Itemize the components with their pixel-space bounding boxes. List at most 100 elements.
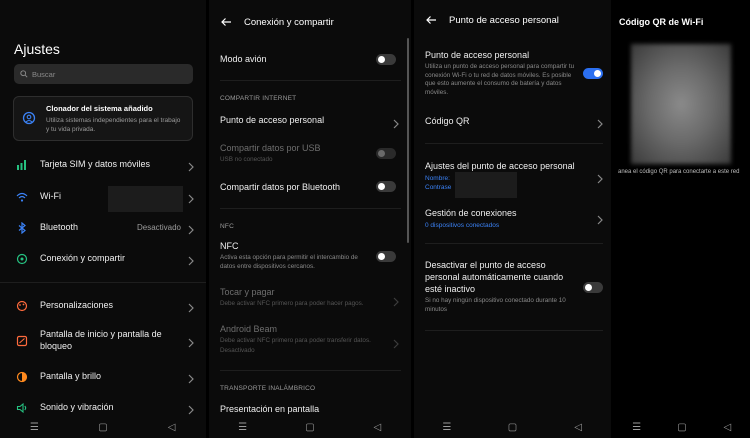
chevron-right-icon (597, 171, 603, 184)
chevron-right-icon (188, 371, 194, 384)
menu-nav-button[interactable]: ☰ (627, 422, 647, 433)
chevron-right-icon (188, 222, 194, 235)
item-label: Wi-Fi (40, 191, 61, 201)
android-beam-row[interactable]: Android Beam Debe activar NFC primero pa… (220, 324, 381, 355)
nfc-toggle[interactable] (376, 251, 396, 262)
sound-icon (16, 401, 28, 414)
sidebar-item-personalization[interactable]: Personalizaciones (0, 299, 206, 313)
item-label: Pantalla y brillo (40, 371, 102, 381)
beam-label: Android Beam (220, 324, 278, 334)
auto-off-row[interactable]: Desactivar el punto de acceso personal a… (425, 259, 577, 314)
qr-screen: Código QR de Wi-Fi anea el código QR par… (614, 0, 750, 438)
back-arrow-icon[interactable] (425, 14, 439, 26)
hotspot-description: Utiliza un punto de acceso personal para… (425, 63, 575, 96)
wifi-icon (16, 190, 28, 202)
sidebar-item-home-lock[interactable]: Pantalla de inicio y pantalla de bloqueo (0, 328, 206, 352)
qr-code-image (631, 44, 731, 164)
home-nav-button[interactable]: ▢ (93, 422, 113, 433)
page-title: Conexión y compartir (244, 16, 334, 28)
nfc-description: Activa esta opción para permitir el inte… (220, 254, 358, 270)
hotspot-label: Punto de acceso personal (220, 115, 325, 125)
bluetooth-share-row[interactable]: Compartir datos por Bluetooth (220, 182, 401, 192)
hotspot-screen: Punto de acceso personal Punto de acceso… (414, 0, 611, 438)
credentials-redacted (455, 172, 517, 198)
usb-share-row[interactable]: Compartir datos por USB USB no conectado (220, 143, 401, 165)
palette-icon (16, 299, 28, 312)
manage-label: Gestión de conexiones (425, 208, 517, 218)
auto-off-label: Desactivar el punto de acceso personal a… (425, 260, 564, 294)
tap-pay-row[interactable]: Tocar y pagar Debe activar NFC primero p… (220, 287, 401, 309)
scrollbar[interactable] (407, 38, 409, 243)
item-label: Conexión y compartir (40, 253, 126, 263)
beam-description: Debe activar NFC primero para poder tran… (220, 337, 371, 344)
back-nav-button[interactable]: ◁ (367, 422, 387, 433)
chevron-right-icon (188, 335, 194, 348)
menu-nav-button[interactable]: ☰ (24, 422, 44, 433)
bt-share-label: Compartir datos por Bluetooth (220, 182, 341, 192)
back-arrow-icon[interactable] (220, 16, 234, 28)
back-nav-button[interactable]: ◁ (162, 422, 182, 433)
airplane-label: Modo avión (220, 54, 267, 64)
home-screen-icon (16, 334, 28, 347)
divider (425, 330, 603, 331)
home-nav-button[interactable]: ▢ (672, 422, 692, 433)
manage-connections-row[interactable]: Gestión de conexiones 0 dispositivos con… (425, 207, 599, 231)
qr-code-label: Código QR (425, 116, 470, 126)
item-label: Tarjeta SIM y datos móviles (40, 159, 151, 169)
sidebar-item-display[interactable]: Pantalla y brillo (0, 370, 206, 384)
usb-status: USB no conectado (220, 156, 273, 163)
chevron-right-icon (188, 253, 194, 266)
connected-count: 0 dispositivos conectados (425, 222, 500, 229)
menu-nav-button[interactable]: ☰ (233, 422, 253, 433)
nav-bar: ☰ ▢ ◁ (209, 416, 411, 438)
search-placeholder: Buscar (32, 69, 56, 79)
system-cloner-card[interactable]: Clonador del sistema añadido Utiliza sis… (13, 96, 193, 141)
chevron-right-icon (188, 159, 194, 172)
nav-bar: ☰ ▢ ◁ (0, 416, 206, 438)
divider (220, 80, 401, 81)
item-label: Personalizaciones (40, 300, 114, 310)
page-title: Ajustes (14, 41, 60, 57)
sim-icon (16, 158, 28, 170)
header: Punto de acceso personal (425, 14, 559, 26)
sidebar-item-connection[interactable]: Conexión y compartir (0, 252, 206, 266)
bt-share-toggle[interactable] (376, 181, 396, 192)
nfc-row[interactable]: NFC Activa esta opción para permitir el … (220, 241, 371, 271)
screen-present-label: Presentación en pantalla (220, 404, 320, 414)
menu-nav-button[interactable]: ☰ (437, 422, 457, 433)
usb-label: Compartir datos por USB (220, 143, 321, 153)
divider (220, 370, 401, 371)
qr-code-row[interactable]: Código QR (425, 115, 599, 127)
brightness-icon (16, 370, 28, 383)
airplane-mode-row[interactable]: Modo avión (220, 54, 401, 64)
connection-screen: Conexión y compartir Modo avión COMPARTI… (209, 0, 411, 438)
hotspot-toggle[interactable] (583, 68, 603, 79)
back-nav-button[interactable]: ◁ (717, 422, 737, 433)
back-nav-button[interactable]: ◁ (568, 422, 588, 433)
nfc-label: NFC (220, 241, 239, 251)
airplane-toggle[interactable] (376, 54, 396, 65)
hotspot-row[interactable]: Punto de acceso personal (220, 115, 401, 125)
chevron-right-icon (393, 294, 399, 307)
home-nav-button[interactable]: ▢ (300, 422, 320, 433)
hotspot-toggle-row[interactable]: Punto de acceso personal Utiliza un punt… (425, 49, 581, 97)
search-input[interactable]: Buscar (14, 64, 193, 84)
sidebar-item-sound[interactable]: Sonido y vibración (0, 401, 206, 415)
tap-pay-description: Debe activar NFC primero para poder hace… (220, 300, 364, 307)
wifi-network-redacted (108, 186, 183, 212)
chevron-right-icon (393, 116, 399, 129)
home-nav-button[interactable]: ▢ (502, 422, 522, 433)
sidebar-item-bluetooth[interactable]: Bluetooth Desactivado (0, 221, 206, 235)
usb-toggle[interactable] (376, 148, 396, 159)
item-label: Bluetooth (40, 222, 79, 232)
chevron-right-icon (597, 212, 603, 225)
sidebar-item-sim[interactable]: Tarjeta SIM y datos móviles (0, 158, 206, 172)
auto-off-toggle[interactable] (583, 282, 603, 293)
bluetooth-status: Desactivado (136, 222, 181, 232)
screen-present-row[interactable]: Presentación en pantalla (220, 404, 401, 414)
connection-icon (16, 252, 28, 265)
chevron-right-icon (393, 336, 399, 349)
divider (425, 243, 603, 244)
beam-status: Desactivado (220, 346, 255, 354)
page-title: Código QR de Wi-Fi (619, 17, 704, 27)
